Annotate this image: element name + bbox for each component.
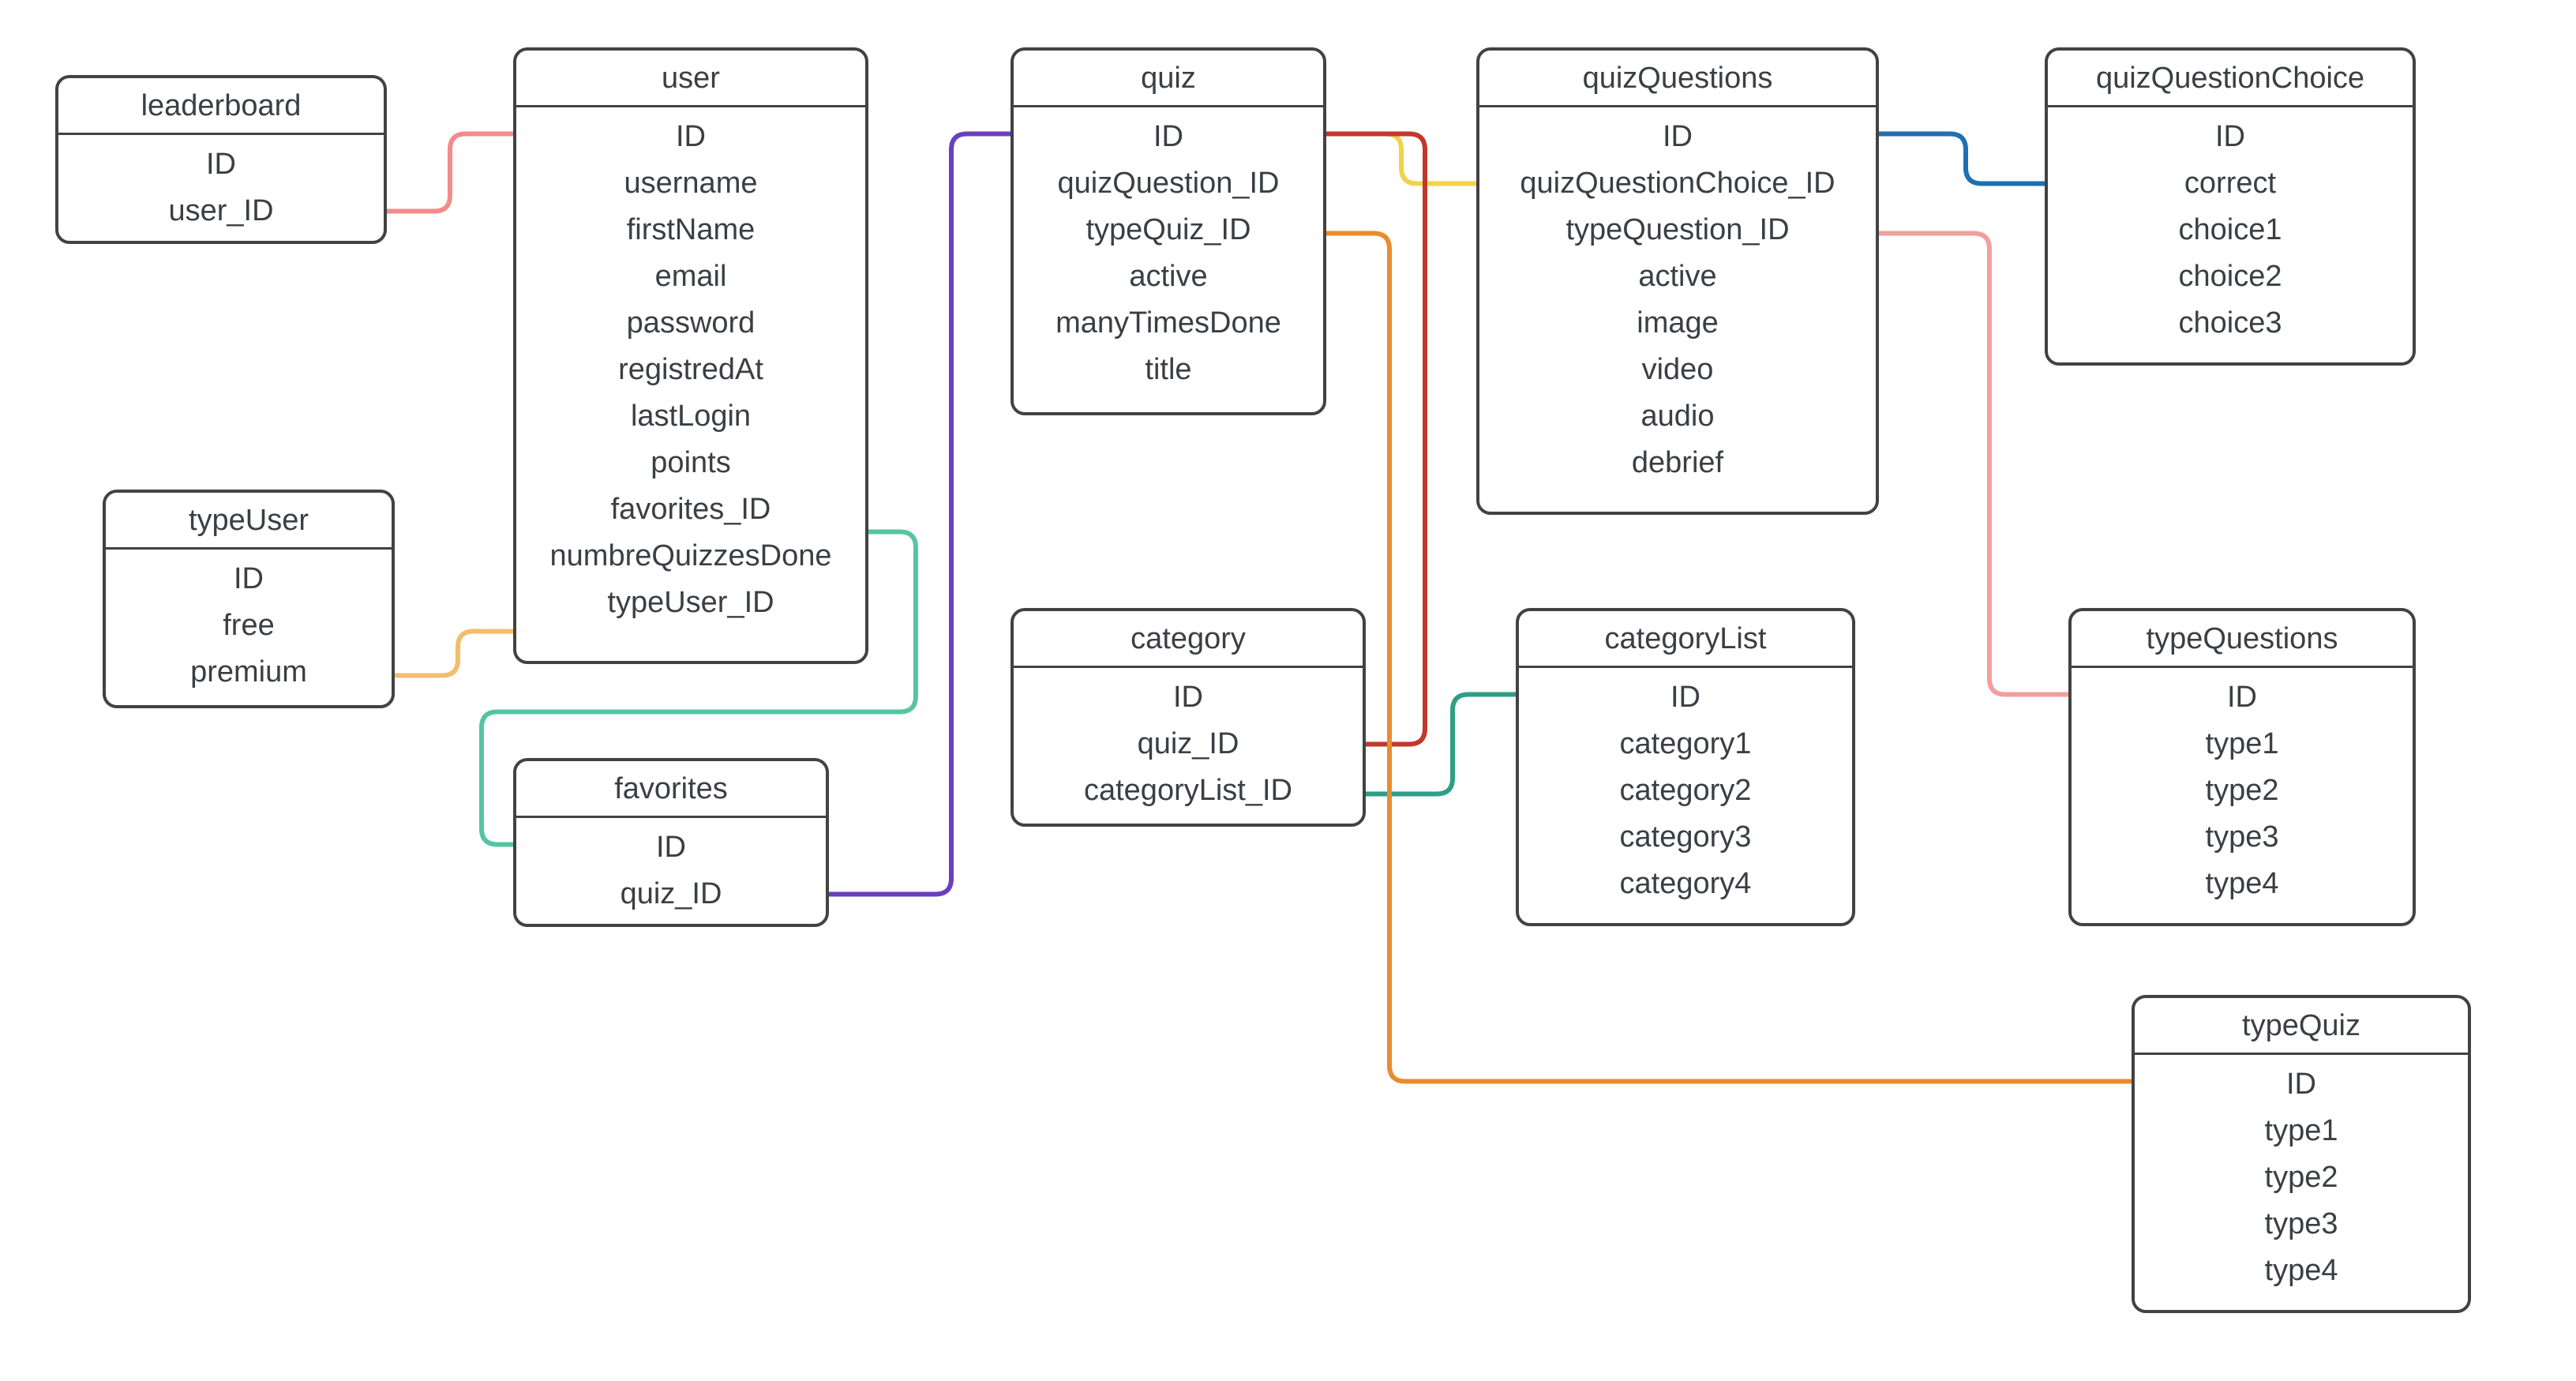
- entity-field: ID: [1014, 674, 1363, 721]
- entity-field: quizQuestionChoice_ID: [1479, 160, 1876, 207]
- entity-field: category4: [1519, 861, 1852, 907]
- entity-field: category2: [1519, 767, 1852, 814]
- entity-field: user_ID: [58, 188, 384, 235]
- er-diagram-canvas: leaderboardIDuser_IDuserIDusernamefirstN…: [0, 0, 2576, 1381]
- entity-field: lastLogin: [516, 393, 865, 440]
- connector: [1326, 134, 1476, 184]
- entity-title: quizQuestionChoice: [2048, 51, 2413, 107]
- entity-quiz[interactable]: quiz IDquizQuestion_IDtypeQuiz_IDactivema…: [1011, 47, 1326, 415]
- entity-quizQuestionChoice[interactable]: quizQuestionChoiceIDcorrectchoice1choice…: [2045, 47, 2416, 366]
- entity-field: type3: [2135, 1201, 2468, 1248]
- entity-title: leaderboard: [58, 78, 384, 135]
- entity-field: typeQuiz_ID: [1014, 207, 1323, 253]
- entity-field: username: [516, 160, 865, 207]
- entity-field: firstName: [516, 207, 865, 253]
- entity-title: favorites: [516, 761, 826, 818]
- entity-field: correct: [2048, 160, 2413, 207]
- entity-field: active: [1479, 253, 1876, 300]
- entity-field: type3: [2072, 814, 2413, 861]
- entity-field: ID: [2135, 1061, 2468, 1108]
- entity-field: type2: [2072, 767, 2413, 814]
- entity-field: type4: [2135, 1248, 2468, 1294]
- connector: [1366, 695, 1516, 794]
- entity-field: premium: [106, 649, 392, 696]
- entity-field: quiz_ID: [1014, 721, 1363, 767]
- entity-field: type4: [2072, 861, 2413, 907]
- entity-field: ID: [516, 114, 865, 160]
- entity-field: image: [1479, 300, 1876, 347]
- entity-field: manyTimesDone: [1014, 300, 1323, 347]
- entity-title: user: [516, 51, 865, 107]
- entity-field: ID: [1014, 114, 1323, 160]
- entity-typeUser[interactable]: typeUser IDfreepremium: [103, 490, 395, 708]
- entity-field: category3: [1519, 814, 1852, 861]
- entity-title: typeUser: [106, 493, 392, 550]
- entity-field: active: [1014, 253, 1323, 300]
- connector: [395, 632, 513, 676]
- entity-user[interactable]: user IDusernamefirstNameemailpasswordregi…: [513, 47, 868, 664]
- entity-field: type1: [2135, 1108, 2468, 1154]
- entity-field: video: [1479, 347, 1876, 393]
- entity-title: category: [1014, 611, 1363, 668]
- entity-field: debrief: [1479, 440, 1876, 486]
- entity-typeQuiz[interactable]: typeQuiz IDtype1type2type3type4: [2132, 995, 2471, 1313]
- connector: [1879, 234, 2068, 695]
- entity-field: ID: [516, 824, 826, 871]
- entity-field: password: [516, 300, 865, 347]
- entity-field: ID: [106, 556, 392, 602]
- entity-leaderboard[interactable]: leaderboard IDuser_ID: [55, 75, 387, 244]
- connector: [387, 134, 513, 212]
- entity-field: registredAt: [516, 347, 865, 393]
- entity-categoryList[interactable]: categoryListIDcategory1category2category…: [1516, 608, 1855, 926]
- entity-field: ID: [58, 141, 384, 188]
- entity-field: quizQuestion_ID: [1014, 160, 1323, 207]
- entity-typeQuestions[interactable]: typeQuestions IDtype1type2type3type4: [2068, 608, 2416, 926]
- entity-field: numbreQuizzesDone: [516, 533, 865, 580]
- entity-field: free: [106, 602, 392, 649]
- entity-field: favorites_ID: [516, 486, 865, 533]
- entity-field: title: [1014, 347, 1323, 393]
- entity-title: quiz: [1014, 51, 1323, 107]
- entity-title: categoryList: [1519, 611, 1852, 668]
- entity-field: typeUser_ID: [516, 580, 865, 626]
- entity-field: email: [516, 253, 865, 300]
- entity-title: quizQuestions: [1479, 51, 1876, 107]
- entity-field: choice1: [2048, 207, 2413, 253]
- entity-field: type2: [2135, 1154, 2468, 1201]
- entity-field: choice3: [2048, 300, 2413, 347]
- entity-field: category1: [1519, 721, 1852, 767]
- entity-field: type1: [2072, 721, 2413, 767]
- entity-field: ID: [1479, 114, 1876, 160]
- entity-field: choice2: [2048, 253, 2413, 300]
- entity-field: typeQuestion_ID: [1479, 207, 1876, 253]
- connector: [1879, 134, 2045, 184]
- entity-title: typeQuiz: [2135, 998, 2468, 1055]
- entity-field: ID: [2048, 114, 2413, 160]
- entity-field: categoryList_ID: [1014, 767, 1363, 814]
- entity-category[interactable]: category IDquiz_IDcategoryList_ID: [1011, 608, 1366, 827]
- entity-title: typeQuestions: [2072, 611, 2413, 668]
- entity-field: quiz_ID: [516, 871, 826, 918]
- entity-quizQuestions[interactable]: quizQuestions IDquizQuestionChoice_IDtype…: [1476, 47, 1879, 515]
- entity-field: points: [516, 440, 865, 486]
- entity-field: audio: [1479, 393, 1876, 440]
- entity-field: ID: [1519, 674, 1852, 721]
- entity-favorites[interactable]: favorites IDquiz_ID: [513, 758, 829, 927]
- entity-field: ID: [2072, 674, 2413, 721]
